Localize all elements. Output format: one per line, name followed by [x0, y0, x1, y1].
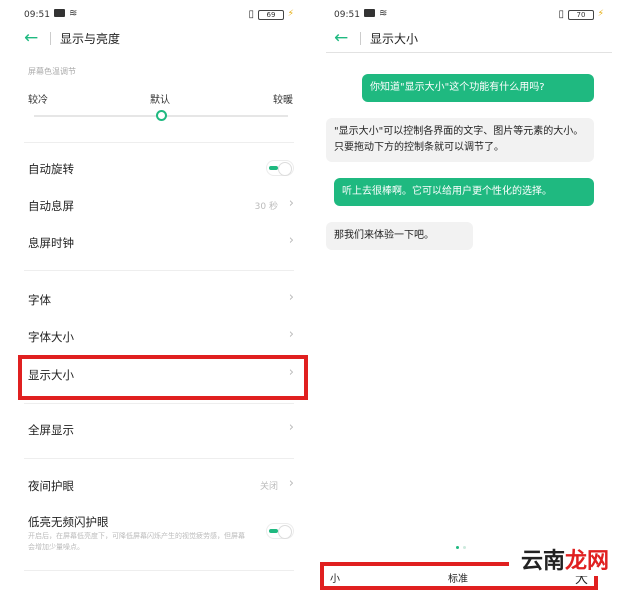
display-brightness-screen: 09:51 ≋ ▯ 69 ⚡ ← 显示与亮度 屏幕色温调节 较冷 默认 较暖 自… — [8, 0, 310, 590]
auto-rotate-row[interactable]: 自动旋转 — [28, 158, 294, 180]
wifi-icon: ≋ — [379, 8, 388, 19]
notification-icon — [364, 9, 375, 17]
lock-clock-row[interactable]: 息屏时钟 › — [28, 232, 294, 254]
divider — [24, 570, 294, 571]
low-flicker-toggle[interactable] — [266, 523, 294, 539]
back-arrow-icon[interactable]: ← — [24, 28, 38, 48]
page-header: ← 显示大小 — [334, 28, 604, 50]
font-row[interactable]: 字体 › — [28, 289, 294, 311]
page-header: ← 显示与亮度 — [24, 28, 294, 50]
font-label: 字体 — [28, 293, 51, 307]
vibrate-icon: ▯ — [558, 9, 564, 20]
low-flicker-description: 开启后，在屏幕低亮度下，可降低屏幕闪烁产生的视觉疲劳感，但屏幕会增加少量噪点。 — [28, 532, 245, 551]
wifi-icon: ≋ — [69, 8, 78, 19]
chevron-right-icon: › — [288, 233, 294, 248]
charging-icon: ⚡ — [287, 9, 294, 19]
charging-icon: ⚡ — [597, 9, 604, 19]
color-temp-cold: 较冷 — [28, 95, 48, 106]
back-arrow-icon[interactable]: ← — [334, 28, 348, 48]
watermark-part1: 云南 — [520, 549, 565, 574]
vibrate-icon: ▯ — [248, 9, 254, 20]
page-indicator — [454, 534, 468, 553]
status-time: 09:51 — [334, 10, 360, 20]
header-divider — [360, 32, 361, 45]
low-flicker-label: 低亮无频闪护眼 — [28, 515, 109, 529]
auto-lock-value: 30 秒 — [254, 202, 278, 212]
auto-lock-label: 自动息屏 — [28, 199, 74, 213]
display-size-screen: 09:51 ≋ ▯ 70 ⚡ ← 显示大小 你知道"显示大小"这个功能有什么用吗… — [318, 0, 620, 590]
low-flicker-row[interactable]: 低亮无频闪护眼 — [28, 511, 294, 539]
chevron-right-icon: › — [288, 196, 294, 211]
auto-rotate-label: 自动旋转 — [28, 162, 74, 176]
night-mode-value: 关闭 — [259, 482, 278, 492]
night-mode-label: 夜间护眼 — [28, 479, 74, 493]
chat-bubble-reply: 听上去很棒啊。它可以给用户更个性化的选择。 — [334, 178, 594, 206]
chat-bubble-try: 那我们来体验一下吧。 — [326, 222, 473, 250]
page-title: 显示与亮度 — [60, 32, 121, 46]
font-size-label: 字体大小 — [28, 330, 74, 344]
status-bar: 09:51 ≋ ▯ 69 ⚡ — [24, 8, 294, 24]
night-mode-row[interactable]: 夜间护眼 关闭 › — [28, 475, 294, 497]
size-standard-label: 标准 — [448, 574, 468, 585]
chevron-right-icon: › — [288, 290, 294, 305]
chevron-right-icon: › — [288, 420, 294, 435]
size-small-label: 小 — [330, 574, 340, 585]
battery-icon: 69 — [258, 10, 284, 20]
status-time: 09:51 — [24, 10, 50, 20]
chevron-right-icon: › — [288, 327, 294, 342]
divider — [24, 142, 294, 143]
fullscreen-label: 全屏显示 — [28, 423, 74, 437]
battery-icon: 70 — [568, 10, 594, 20]
watermark-part2: 龙网 — [565, 549, 610, 574]
page-title: 显示大小 — [370, 32, 419, 46]
color-temp-label: 屏幕色温调节 — [28, 67, 76, 76]
chat-bubble-answer: "显示大小"可以控制各界面的文字、图片等元素的大小。只要拖动下方的控制条就可以调… — [326, 118, 594, 162]
lock-clock-label: 息屏时钟 — [28, 236, 74, 250]
color-temp-slider-thumb[interactable] — [156, 110, 167, 121]
display-size-highlight-box — [18, 355, 308, 400]
auto-lock-row[interactable]: 自动息屏 30 秒 › — [28, 195, 294, 217]
font-size-row[interactable]: 字体大小 › — [28, 326, 294, 348]
color-temp-warm: 较暖 — [273, 95, 293, 106]
header-divider — [50, 32, 51, 45]
chevron-right-icon: › — [288, 476, 294, 491]
header-divider-line — [326, 52, 612, 53]
divider — [24, 270, 294, 271]
fullscreen-row[interactable]: 全屏显示 › — [28, 419, 294, 441]
chat-bubble-question: 你知道"显示大小"这个功能有什么用吗? — [362, 74, 594, 102]
color-temp-default: 默认 — [150, 95, 170, 106]
notification-icon — [54, 9, 65, 17]
divider — [24, 403, 294, 404]
status-bar: 09:51 ≋ ▯ 70 ⚡ — [334, 8, 604, 24]
auto-rotate-toggle[interactable] — [266, 160, 294, 176]
watermark-logo: 云南龙网 — [509, 548, 621, 576]
divider — [24, 458, 294, 459]
